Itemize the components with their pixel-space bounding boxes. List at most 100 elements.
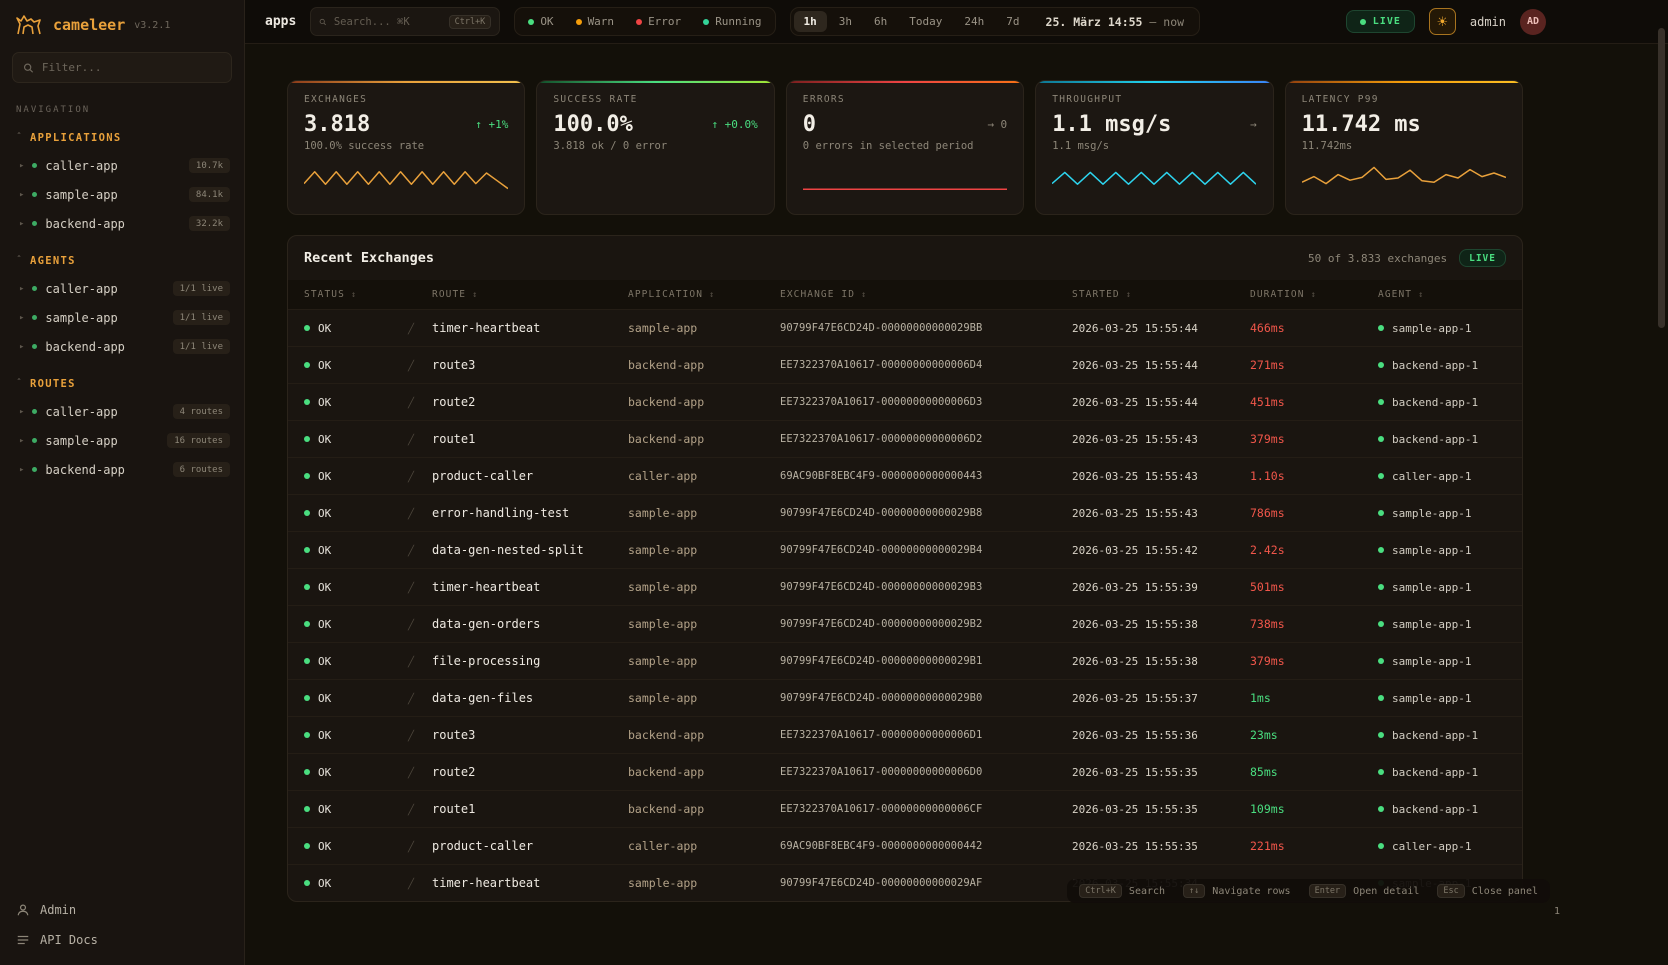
column-header-started[interactable]: STARTED↕ bbox=[1064, 280, 1242, 310]
trend-indicator: ↑ +1% bbox=[475, 118, 508, 131]
theme-toggle-button[interactable]: ☀ bbox=[1429, 8, 1456, 35]
stat-subtext: 3.818 ok / 0 error bbox=[553, 140, 757, 152]
table-row[interactable]: OK ╱ route2 backend-app EE7322370A10617-… bbox=[288, 384, 1522, 421]
range-3h[interactable]: 3h bbox=[829, 11, 862, 32]
column-header-application[interactable]: APPLICATION↕ bbox=[620, 280, 772, 310]
sort-icon: ↕ bbox=[472, 290, 478, 300]
column-header-status[interactable]: STATUS↕ bbox=[288, 280, 400, 310]
ok-dot bbox=[304, 362, 310, 368]
filter-input[interactable] bbox=[42, 61, 221, 74]
sidebar-item-sample-app[interactable]: ▸sample-app84.1k bbox=[0, 180, 244, 209]
count-badge: 1/1 live bbox=[173, 310, 230, 325]
sidebar-item-admin[interactable]: Admin bbox=[16, 903, 228, 917]
status-dot bbox=[636, 19, 642, 25]
sidebar-item-backend-app[interactable]: ▸backend-app1/1 live bbox=[0, 332, 244, 361]
filter-chip-error[interactable]: Error bbox=[626, 11, 691, 32]
filter-chip-ok[interactable]: OK bbox=[518, 11, 563, 32]
search-icon bbox=[319, 16, 327, 28]
application-cell: sample-app bbox=[620, 643, 772, 680]
filter-chip-warn[interactable]: Warn bbox=[566, 11, 625, 32]
stat-value: 11.742 ms bbox=[1302, 112, 1421, 137]
range-6h[interactable]: 6h bbox=[864, 11, 897, 32]
status-cell: OK bbox=[304, 359, 392, 372]
table-row[interactable]: OK ╱ file-processing sample-app 90799F47… bbox=[288, 643, 1522, 680]
duration-cell: 501ms bbox=[1242, 569, 1370, 606]
sidebar-item-backend-app[interactable]: ▸backend-app32.2k bbox=[0, 209, 244, 238]
range-1h[interactable]: 1h bbox=[794, 11, 827, 32]
duration-cell: 738ms bbox=[1242, 606, 1370, 643]
filter-chip-running[interactable]: Running bbox=[693, 11, 771, 32]
agent-dot bbox=[1378, 547, 1384, 553]
section-header-agents[interactable]: ˆAGENTS bbox=[0, 238, 244, 274]
route-cell: route2 bbox=[424, 384, 620, 421]
search-input[interactable] bbox=[334, 16, 442, 28]
count-badge: 1/1 live bbox=[173, 281, 230, 296]
table-row[interactable]: OK ╱ data-gen-nested-split sample-app 90… bbox=[288, 532, 1522, 569]
column-header-route[interactable]: ROUTE↕ bbox=[424, 280, 620, 310]
time-range-group: 1h3h6hToday24h7d bbox=[794, 11, 1030, 32]
vertical-scrollbar[interactable] bbox=[1658, 2, 1665, 963]
column-header-agent[interactable]: AGENT↕ bbox=[1370, 280, 1522, 310]
section-header-applications[interactable]: ˆAPPLICATIONS bbox=[0, 115, 244, 151]
table-row[interactable]: OK ╱ data-gen-orders sample-app 90799F47… bbox=[288, 606, 1522, 643]
route-cell: product-caller bbox=[424, 458, 620, 495]
table-row[interactable]: OK ╱ product-caller caller-app 69AC90BF8… bbox=[288, 458, 1522, 495]
application-cell: backend-app bbox=[620, 347, 772, 384]
started-cell: 2026-03-25 15:55:39 bbox=[1064, 569, 1242, 606]
agent-cell: backend-app-1 bbox=[1378, 433, 1514, 446]
status-dot bbox=[32, 467, 37, 472]
status-cell: OK bbox=[304, 655, 392, 668]
keyboard-hints: Ctrl+KSearch↑↓Navigate rowsEnterOpen det… bbox=[1067, 879, 1550, 903]
table-row[interactable]: OK ╱ product-caller caller-app 69AC90BF8… bbox=[288, 828, 1522, 865]
route-cell: data-gen-orders bbox=[424, 606, 620, 643]
sidebar-item-caller-app[interactable]: ▸caller-app1/1 live bbox=[0, 274, 244, 303]
sidebar-item-sample-app[interactable]: ▸sample-app1/1 live bbox=[0, 303, 244, 332]
sparkline-chart bbox=[1302, 159, 1506, 195]
range-today[interactable]: Today bbox=[899, 11, 952, 32]
sidebar-filter[interactable] bbox=[12, 52, 232, 83]
user-icon bbox=[16, 903, 30, 917]
table-row[interactable]: OK ╱ data-gen-files sample-app 90799F47E… bbox=[288, 680, 1522, 717]
table-row[interactable]: OK ╱ error-handling-test sample-app 9079… bbox=[288, 495, 1522, 532]
section-header-routes[interactable]: ˆROUTES bbox=[0, 361, 244, 397]
duration-cell: 379ms bbox=[1242, 421, 1370, 458]
scrollbar-thumb[interactable] bbox=[1658, 28, 1665, 328]
search-icon bbox=[23, 62, 34, 74]
status-cell: OK bbox=[304, 396, 392, 409]
exchange-id-cell: EE7322370A10617-00000000000006D1 bbox=[772, 717, 1064, 754]
card-accent bbox=[787, 81, 1023, 83]
card-accent bbox=[537, 81, 773, 83]
range-7d[interactable]: 7d bbox=[996, 11, 1029, 32]
username: admin bbox=[1470, 15, 1506, 29]
route-trend-icon: ╱ bbox=[408, 657, 414, 668]
table-row[interactable]: OK ╱ route1 backend-app EE7322370A10617-… bbox=[288, 421, 1522, 458]
route-cell: file-processing bbox=[424, 643, 620, 680]
sparkline-chart bbox=[1052, 159, 1256, 195]
search-shortcut-badge: Ctrl+K bbox=[449, 15, 492, 29]
sidebar-item-backend-app[interactable]: ▸backend-app6 routes bbox=[0, 455, 244, 484]
range-24h[interactable]: 24h bbox=[954, 11, 994, 32]
table-row[interactable]: OK ╱ route3 backend-app EE7322370A10617-… bbox=[288, 347, 1522, 384]
sidebar-item-sample-app[interactable]: ▸sample-app16 routes bbox=[0, 426, 244, 455]
live-status-badge[interactable]: LIVE bbox=[1346, 10, 1415, 33]
agent-dot bbox=[1378, 510, 1384, 516]
application-cell: backend-app bbox=[620, 717, 772, 754]
global-search[interactable]: Ctrl+K bbox=[310, 7, 500, 36]
sidebar-item-caller-app[interactable]: ▸caller-app10.7k bbox=[0, 151, 244, 180]
agent-dot bbox=[1378, 325, 1384, 331]
table-row[interactable]: OK ╱ timer-heartbeat sample-app 90799F47… bbox=[288, 310, 1522, 347]
table-row[interactable]: OK ╱ timer-heartbeat sample-app 90799F47… bbox=[288, 569, 1522, 606]
sidebar-item-api-docs[interactable]: API Docs bbox=[16, 933, 228, 947]
column-header-exchange-id[interactable]: EXCHANGE ID↕ bbox=[772, 280, 1064, 310]
agent-dot bbox=[1378, 584, 1384, 590]
table-row[interactable]: OK ╱ route2 backend-app EE7322370A10617-… bbox=[288, 754, 1522, 791]
exchange-id-cell: 90799F47E6CD24D-00000000000029B2 bbox=[772, 606, 1064, 643]
stat-cards: EXCHANGES 3.818↑ +1% 100.0% success rate… bbox=[287, 80, 1523, 215]
table-row[interactable]: OK ╱ route3 backend-app EE7322370A10617-… bbox=[288, 717, 1522, 754]
avatar[interactable]: AD bbox=[1520, 9, 1546, 35]
topbar: apps Ctrl+K OKWarnErrorRunning 1h3h6hTod… bbox=[245, 0, 1668, 44]
sidebar-item-caller-app[interactable]: ▸caller-app4 routes bbox=[0, 397, 244, 426]
column-header-duration[interactable]: DURATION↕ bbox=[1242, 280, 1370, 310]
count-badge: 84.1k bbox=[189, 187, 230, 202]
table-row[interactable]: OK ╱ route1 backend-app EE7322370A10617-… bbox=[288, 791, 1522, 828]
